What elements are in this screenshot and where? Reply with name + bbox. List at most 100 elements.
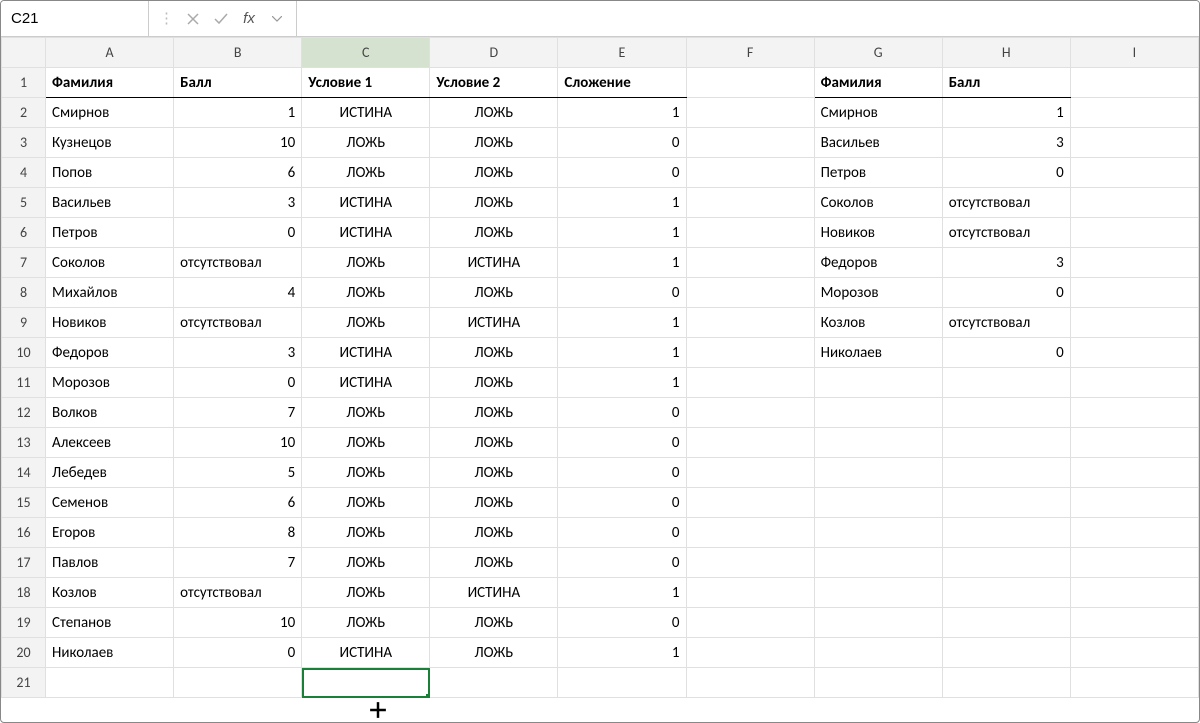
cell-B15[interactable]: 6 <box>174 488 302 518</box>
cell-G17[interactable] <box>814 548 942 578</box>
cell-G8[interactable]: Морозов <box>814 278 942 308</box>
cell-I13[interactable] <box>1070 428 1198 458</box>
cell-F13[interactable] <box>686 428 814 458</box>
cell-D20[interactable]: ЛОЖЬ <box>430 638 558 668</box>
cell-H1[interactable]: Балл <box>942 68 1070 98</box>
cell-F18[interactable] <box>686 578 814 608</box>
cell-F6[interactable] <box>686 218 814 248</box>
cell-I9[interactable] <box>1070 308 1198 338</box>
row-header-1[interactable]: 1 <box>2 68 46 98</box>
cell-D14[interactable]: ЛОЖЬ <box>430 458 558 488</box>
cell-B6[interactable]: 0 <box>174 218 302 248</box>
cell-E16[interactable]: 0 <box>558 518 686 548</box>
row-header-13[interactable]: 13 <box>2 428 46 458</box>
cell-H6[interactable]: отсутствовал <box>942 218 1070 248</box>
cell-E21[interactable] <box>558 668 686 698</box>
cell-I14[interactable] <box>1070 458 1198 488</box>
col-header-D[interactable]: D <box>430 38 558 68</box>
col-header-E[interactable]: E <box>558 38 686 68</box>
cell-D8[interactable]: ЛОЖЬ <box>430 278 558 308</box>
cell-G7[interactable]: Федоров <box>814 248 942 278</box>
cell-F8[interactable] <box>686 278 814 308</box>
cell-B3[interactable]: 10 <box>174 128 302 158</box>
cell-D19[interactable]: ЛОЖЬ <box>430 608 558 638</box>
cell-H20[interactable] <box>942 638 1070 668</box>
cell-A6[interactable]: Петров <box>46 218 174 248</box>
cell-C5[interactable]: ИСТИНА <box>302 188 430 218</box>
cell-I5[interactable] <box>1070 188 1198 218</box>
select-all-corner[interactable] <box>2 38 46 68</box>
cell-E19[interactable]: 0 <box>558 608 686 638</box>
cell-G10[interactable]: Николаев <box>814 338 942 368</box>
cell-D16[interactable]: ЛОЖЬ <box>430 518 558 548</box>
cell-I15[interactable] <box>1070 488 1198 518</box>
cell-G9[interactable]: Козлов <box>814 308 942 338</box>
cell-C18[interactable]: ЛОЖЬ <box>302 578 430 608</box>
cell-D10[interactable]: ЛОЖЬ <box>430 338 558 368</box>
cell-G1[interactable]: Фамилия <box>814 68 942 98</box>
row-header-17[interactable]: 17 <box>2 548 46 578</box>
cell-C1[interactable]: Условие 1 <box>302 68 430 98</box>
cell-H15[interactable] <box>942 488 1070 518</box>
cell-D15[interactable]: ЛОЖЬ <box>430 488 558 518</box>
row-header-3[interactable]: 3 <box>2 128 46 158</box>
cell-E13[interactable]: 0 <box>558 428 686 458</box>
cell-I20[interactable] <box>1070 638 1198 668</box>
cell-B8[interactable]: 4 <box>174 278 302 308</box>
cell-A3[interactable]: Кузнецов <box>46 128 174 158</box>
cell-F21[interactable] <box>686 668 814 698</box>
cell-I17[interactable] <box>1070 548 1198 578</box>
cell-H17[interactable] <box>942 548 1070 578</box>
cell-B2[interactable]: 1 <box>174 98 302 128</box>
cell-G4[interactable]: Петров <box>814 158 942 188</box>
cell-B1[interactable]: Балл <box>174 68 302 98</box>
cell-I6[interactable] <box>1070 218 1198 248</box>
cell-I16[interactable] <box>1070 518 1198 548</box>
cell-D4[interactable]: ЛОЖЬ <box>430 158 558 188</box>
cell-D18[interactable]: ИСТИНА <box>430 578 558 608</box>
cell-H19[interactable] <box>942 608 1070 638</box>
cell-E1[interactable]: Сложение <box>558 68 686 98</box>
cell-I11[interactable] <box>1070 368 1198 398</box>
cell-H13[interactable] <box>942 428 1070 458</box>
cell-B14[interactable]: 5 <box>174 458 302 488</box>
cell-A12[interactable]: Волков <box>46 398 174 428</box>
cell-E17[interactable]: 0 <box>558 548 686 578</box>
cell-A5[interactable]: Васильев <box>46 188 174 218</box>
cell-C6[interactable]: ИСТИНА <box>302 218 430 248</box>
col-header-C[interactable]: C <box>302 38 430 68</box>
cell-G13[interactable] <box>814 428 942 458</box>
cell-C19[interactable]: ЛОЖЬ <box>302 608 430 638</box>
col-header-A[interactable]: A <box>46 38 174 68</box>
cell-D12[interactable]: ЛОЖЬ <box>430 398 558 428</box>
cell-E8[interactable]: 0 <box>558 278 686 308</box>
cell-G5[interactable]: Соколов <box>814 188 942 218</box>
cell-H11[interactable] <box>942 368 1070 398</box>
cell-G6[interactable]: Новиков <box>814 218 942 248</box>
cell-E18[interactable]: 1 <box>558 578 686 608</box>
cell-C20[interactable]: ИСТИНА <box>302 638 430 668</box>
row-header-10[interactable]: 10 <box>2 338 46 368</box>
cell-C16[interactable]: ЛОЖЬ <box>302 518 430 548</box>
col-header-H[interactable]: H <box>942 38 1070 68</box>
cell-B17[interactable]: 7 <box>174 548 302 578</box>
row-header-20[interactable]: 20 <box>2 638 46 668</box>
cell-D1[interactable]: Условие 2 <box>430 68 558 98</box>
cell-E5[interactable]: 1 <box>558 188 686 218</box>
cell-E2[interactable]: 1 <box>558 98 686 128</box>
cell-C11[interactable]: ИСТИНА <box>302 368 430 398</box>
cell-H21[interactable] <box>942 668 1070 698</box>
cell-A20[interactable]: Николаев <box>46 638 174 668</box>
cell-G3[interactable]: Васильев <box>814 128 942 158</box>
cell-A13[interactable]: Алексеев <box>46 428 174 458</box>
row-header-16[interactable]: 16 <box>2 518 46 548</box>
cell-F7[interactable] <box>686 248 814 278</box>
cell-B20[interactable]: 0 <box>174 638 302 668</box>
confirm-icon[interactable] <box>212 13 230 25</box>
cell-C21[interactable] <box>302 668 430 698</box>
cell-B12[interactable]: 7 <box>174 398 302 428</box>
cell-C7[interactable]: ЛОЖЬ <box>302 248 430 278</box>
cell-F10[interactable] <box>686 338 814 368</box>
row-header-11[interactable]: 11 <box>2 368 46 398</box>
row-header-14[interactable]: 14 <box>2 458 46 488</box>
